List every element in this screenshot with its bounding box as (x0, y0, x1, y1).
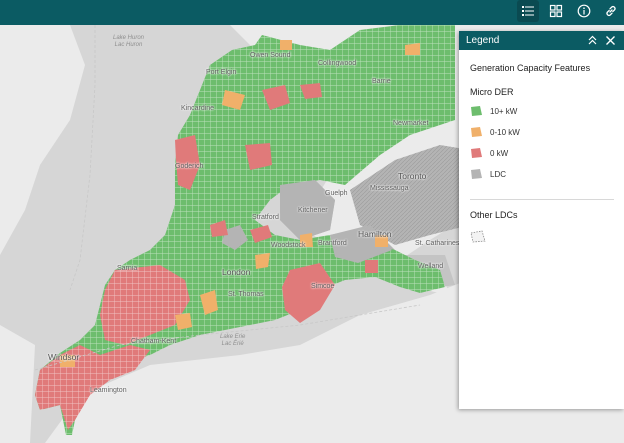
collapse-icon[interactable] (586, 34, 599, 47)
legend-list-icon[interactable] (517, 0, 539, 22)
city-kincardine: Kincardine (181, 105, 215, 112)
legend-item (470, 229, 624, 243)
city-port-elgin: Port Elgin (206, 69, 237, 76)
legend-item: LDC (470, 167, 624, 181)
city-sarnia: Sarnia (117, 265, 138, 272)
city-leamington: Leamington (90, 387, 127, 394)
michigan-land (0, 325, 35, 443)
lake-erie-label: Lake Erie Lac Érié (220, 334, 246, 347)
info-icon[interactable] (573, 0, 595, 22)
share-link-icon[interactable] (600, 0, 622, 22)
city-london: London (222, 267, 251, 277)
legend-panel: Legend Generation Capacity Features Micr… (459, 31, 624, 409)
city-woodstock: Woodstock (271, 242, 306, 249)
city-newmarket: Newmarket (393, 120, 429, 127)
close-icon[interactable] (604, 34, 617, 47)
city-hamilton: Hamilton (358, 229, 392, 239)
legend-title: Generation Capacity Features (470, 63, 591, 73)
basemap-gallery-icon[interactable] (545, 0, 567, 22)
city-owen-sound: Owen Sound (250, 52, 291, 59)
city-guelph: Guelph (325, 190, 348, 197)
city-chatham-kent: Chatham-Kent (131, 338, 177, 345)
top-toolbar (0, 0, 624, 25)
city-welland: Welland (418, 263, 444, 270)
legend-item-label: 0 kW (490, 148, 509, 158)
city-brantford: Brantford (318, 240, 347, 247)
legend-divider (470, 199, 614, 200)
city-stratford: Stratford (252, 214, 279, 221)
city-toronto: Toronto (398, 171, 427, 181)
city-kitchener: Kitchener (298, 207, 328, 214)
city-mississauga: Mississauga (370, 185, 409, 192)
green-swatch-icon (471, 106, 482, 116)
grey-swatch-icon (471, 169, 482, 179)
legend-item: 0 kW (470, 146, 624, 160)
city-simcoe: Simcoe (311, 283, 335, 290)
legend-item-label: 0-10 kW (490, 127, 520, 137)
legend-item-label: 10+ kW (490, 106, 518, 116)
lake-huron-label: Lake Huron Lac Huron (113, 35, 145, 48)
city-st-catharines: St. Catharines (415, 240, 460, 247)
legend-item: 0-10 kW (470, 125, 624, 139)
legend-header-title: Legend (466, 35, 500, 46)
legend-item: 10+ kW (470, 104, 624, 118)
red-swatch-icon (471, 148, 482, 158)
legend-layer-micro-der: Micro DER (470, 87, 514, 97)
city-barrie: Barrie (372, 78, 391, 85)
city-collingwood: Collingwood (318, 60, 357, 67)
legend-layer-other-ldcs: Other LDCs (470, 210, 518, 220)
legend-header: Legend (459, 31, 624, 50)
city-windsor: Windsor (48, 352, 80, 362)
legend-item-label: LDC (490, 169, 507, 179)
city-goderich: Goderich (175, 163, 204, 170)
dashed-outline-swatch-icon (470, 230, 486, 242)
city-st-thomas: St. Thomas (228, 291, 264, 298)
orange-swatch-icon (471, 127, 482, 137)
